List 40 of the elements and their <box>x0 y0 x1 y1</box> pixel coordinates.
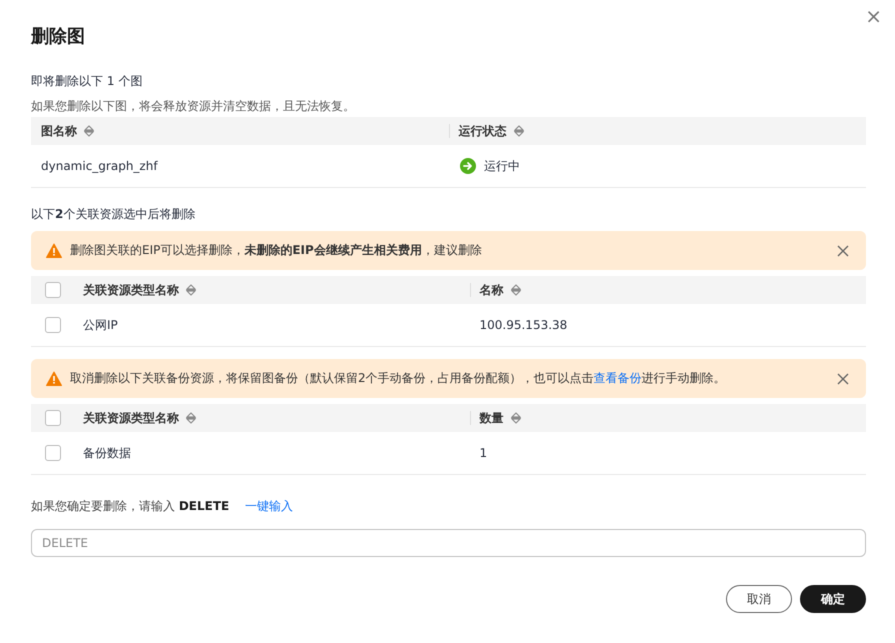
dialog-title: 删除图 <box>31 25 85 48</box>
cancel-button[interactable]: 取消 <box>726 585 792 613</box>
section-heading: 即将删除以下 1 个图 <box>31 73 144 90</box>
confirm-instruction: 如果您确定要删除，请输入 DELETE <box>31 498 230 514</box>
sort-icon[interactable] <box>512 124 524 138</box>
table-cell-text: 1 <box>478 446 488 460</box>
sort-icon[interactable] <box>83 124 95 138</box>
close-button[interactable]: × <box>865 6 882 26</box>
table-cell-text: dynamic_graph_zhf <box>40 159 159 173</box>
table-cell-text: 100.95.153.38 <box>478 318 568 332</box>
warning-text: 如果您删除以下图，将会释放资源并清空数据，且无法恢复。 <box>31 98 356 115</box>
column-header: 数量 <box>480 410 504 426</box>
autofill-link[interactable]: 一键输入 <box>245 498 294 514</box>
checkbox[interactable] <box>45 445 61 461</box>
close-icon[interactable] <box>837 372 849 384</box>
sort-icon[interactable] <box>510 411 522 425</box>
view-backup-link[interactable]: 查看备份 <box>594 371 642 385</box>
close-icon[interactable] <box>837 244 849 256</box>
sort-icon[interactable] <box>185 283 197 297</box>
warning-icon <box>46 370 62 386</box>
section-heading: 以下2个关联资源选中后将删除 <box>31 206 196 223</box>
checkbox[interactable] <box>45 282 61 298</box>
column-header: 名称 <box>480 282 504 298</box>
checkbox[interactable] <box>45 410 61 426</box>
column-header: 运行状态 <box>458 122 506 140</box>
table-cell-text: 公网IP <box>82 316 119 334</box>
column-header: 关联资源类型名称 <box>83 410 179 426</box>
confirm-input[interactable]: DELETE <box>31 529 866 557</box>
table-cell-text: 备份数据 <box>82 444 132 462</box>
sort-icon[interactable] <box>185 411 197 425</box>
warning-icon <box>46 242 62 258</box>
column-header: 关联资源类型名称 <box>83 282 179 298</box>
alert-message: 取消删除以下关联备份资源，将保留图备份（默认保留2个手动备份，占用备份配额），也可以点击查看备份进行手动删除。 <box>70 370 727 387</box>
column-header: 图名称 <box>41 122 77 140</box>
checkbox[interactable] <box>45 317 61 333</box>
alert-message: 删除图关联的EIP可以选择删除，未删除的EIP会继续产生相关费用，建议删除 <box>70 242 483 259</box>
status-icon <box>460 158 476 174</box>
confirm-button[interactable]: 确定 <box>800 585 866 613</box>
sort-icon[interactable] <box>510 283 522 297</box>
status-text: 运行中 <box>484 158 520 174</box>
